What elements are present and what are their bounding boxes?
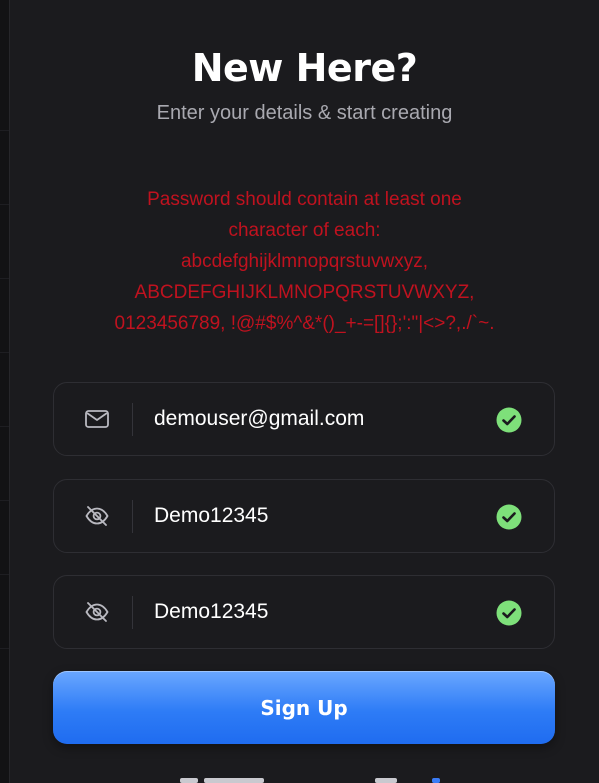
page-subtitle: Enter your details & start creating [156, 102, 453, 124]
footer-glyph [204, 778, 264, 783]
field-divider [132, 596, 133, 629]
error-line: Password should contain at least one [147, 189, 462, 210]
error-line: ABCDEFGHIJKLMNOPQRSTUVWXYZ, [134, 282, 475, 303]
password-input[interactable] [154, 498, 474, 534]
email-input[interactable] [154, 401, 474, 437]
footer-glyph [375, 778, 397, 783]
password-field [53, 479, 555, 553]
error-line: 0123456789, !@#$%^&*()_+-=[]{};':"|<>?,.… [114, 313, 495, 334]
email-field [53, 382, 555, 456]
check-circle-icon [496, 407, 522, 433]
check-circle-icon [496, 504, 522, 530]
signup-button[interactable]: Sign Up [53, 671, 555, 744]
eye-slash-icon[interactable] [84, 505, 110, 527]
footer-text-cutoff [170, 776, 450, 783]
confirm-password-field [53, 575, 555, 649]
confirm-password-input[interactable] [154, 594, 474, 630]
error-line: character of each: [228, 220, 381, 241]
password-error-message: Password should contain at least one cha… [50, 184, 559, 339]
field-divider [132, 500, 133, 533]
error-line: abcdefghijklmnopqrstuvwxyz, [180, 251, 429, 272]
footer-glyph [180, 778, 198, 783]
signup-modal: New Here? Enter your details & start cre… [9, 0, 599, 783]
eye-slash-icon[interactable] [84, 601, 110, 623]
footer-link-glyph[interactable] [432, 778, 440, 783]
check-circle-icon [496, 600, 522, 626]
mail-icon [85, 410, 109, 428]
page-title: New Here? [191, 46, 418, 90]
field-divider [132, 403, 133, 436]
